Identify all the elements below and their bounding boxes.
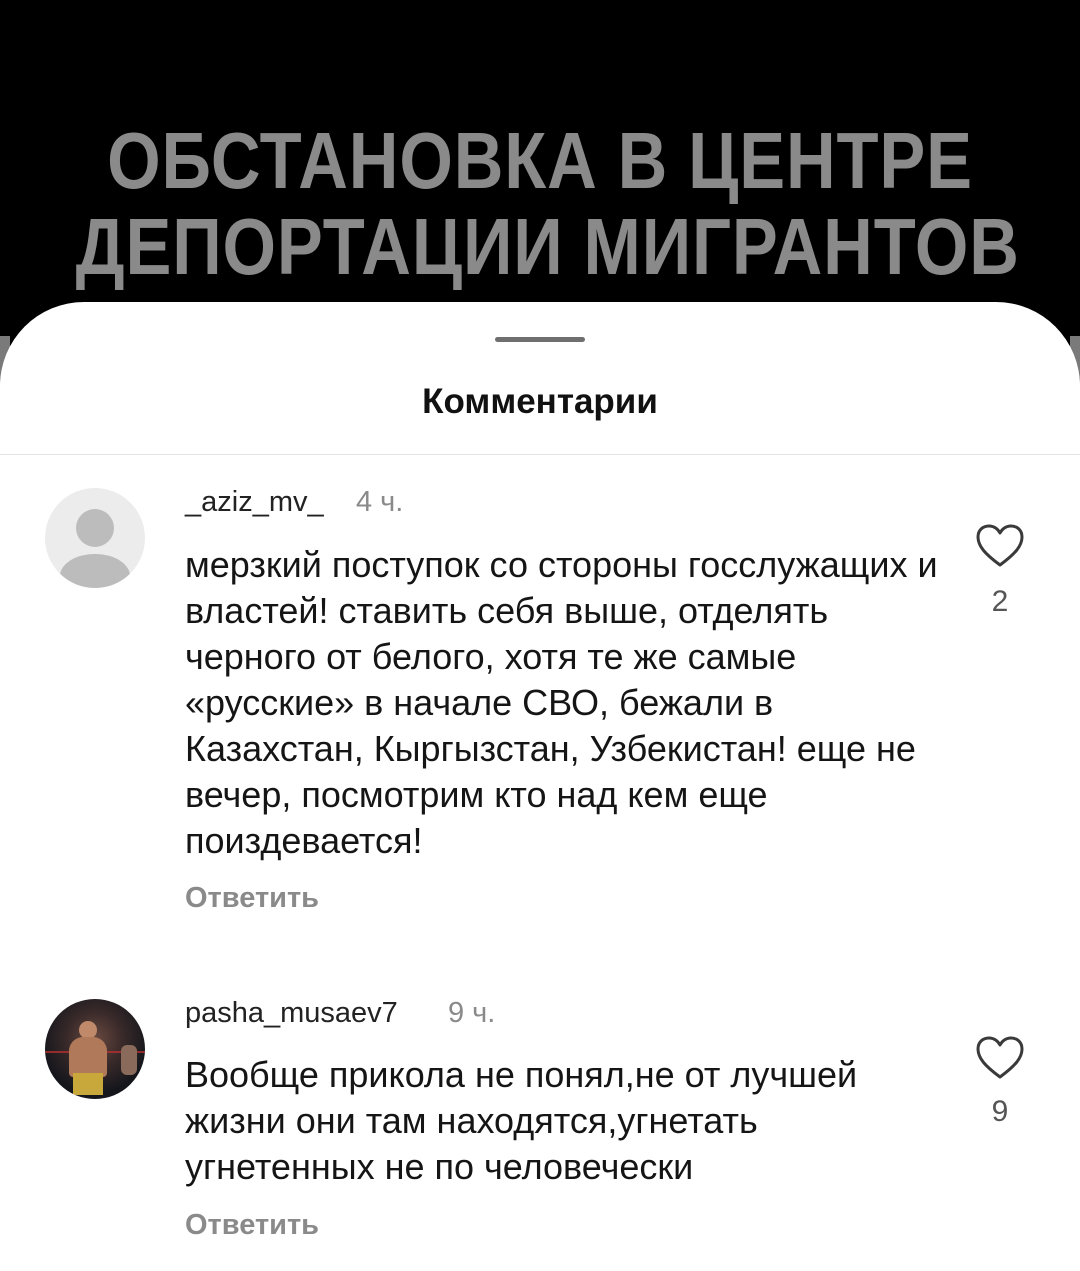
avatar-body-shape: [60, 554, 130, 588]
like-button[interactable]: 9: [975, 1035, 1025, 1128]
avatar[interactable]: [45, 488, 145, 588]
comment-time: 4 ч.: [356, 486, 404, 518]
comment-time: 9 ч.: [448, 997, 496, 1029]
sheet-drag-handle[interactable]: [495, 337, 585, 342]
avatar-photo-detail: [69, 1037, 107, 1077]
reply-button[interactable]: Ответить: [185, 882, 319, 915]
heart-outline-icon: [976, 1036, 1024, 1079]
like-count: 9: [991, 1095, 1009, 1128]
comments-sheet: Комментарии _aziz_mv_ 4 ч. мерзкий посту…: [0, 302, 1080, 1271]
comment-username[interactable]: _aziz_mv_: [185, 486, 324, 519]
sheet-divider: [0, 454, 1080, 455]
comment-text: Вообще прикола не понял,не от лучшей жиз…: [185, 1054, 858, 1187]
like-button[interactable]: 2: [975, 523, 1025, 618]
video-title-line2: ДЕПОРТАЦИИ МИГРАНТОВ: [75, 202, 1020, 291]
like-count: 2: [991, 585, 1009, 618]
avatar[interactable]: [45, 999, 145, 1099]
avatar-photo-detail: [73, 1073, 103, 1095]
comment-username[interactable]: pasha_musaev7: [185, 997, 398, 1030]
video-title-line1: ОБСТАНОВКА В ЦЕНТРЕ: [107, 116, 973, 205]
avatar-head-shape: [76, 509, 114, 547]
sheet-title: Комментарии: [422, 382, 658, 421]
video-overlay-title: ОБСТАНОВКА В ЦЕНТРЕ ДЕПОРТАЦИИ МИГРАНТОВ: [75, 116, 1020, 291]
comment-text: мерзкий поступок со стороны госслужащих …: [185, 544, 938, 861]
heart-outline-icon: [976, 524, 1024, 567]
avatar-photo-detail: [121, 1045, 137, 1075]
reply-button[interactable]: Ответить: [185, 1209, 319, 1242]
